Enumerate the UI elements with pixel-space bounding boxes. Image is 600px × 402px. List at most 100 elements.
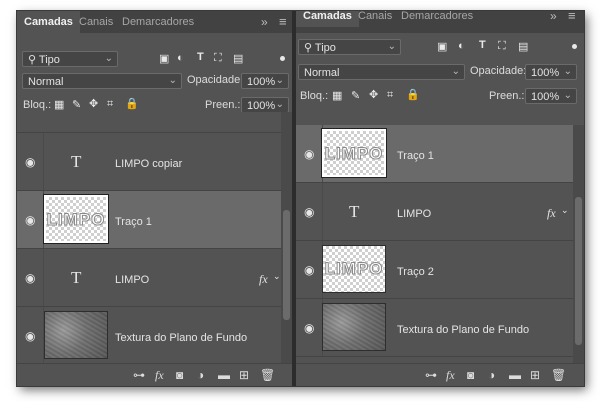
scrollbar[interactable]	[281, 112, 292, 364]
filter-pixel-icon[interactable]: ▣	[437, 40, 447, 53]
collapse-panel-icon[interactable]: »	[261, 15, 268, 29]
tab-paths[interactable]: Demarcadores	[401, 11, 473, 27]
text-layer-icon: T	[349, 202, 360, 221]
chevron-down-icon[interactable]: ⌄	[561, 205, 569, 216]
layer-row[interactable]: ◉ T LIMPO copiar	[17, 133, 281, 191]
scrollbar-thumb[interactable]	[575, 197, 582, 345]
tab-paths[interactable]: Demarcadores	[122, 11, 194, 33]
tab-channels[interactable]: Canais	[79, 11, 113, 33]
link-layers-icon[interactable]: ⊶	[425, 368, 437, 382]
filter-type-icon[interactable]: T	[197, 51, 204, 63]
scrollbar-thumb[interactable]	[283, 210, 290, 320]
visibility-eye-icon[interactable]: ◉	[25, 272, 39, 284]
layer-name[interactable]: LIMPO copiar	[115, 158, 182, 170]
visibility-eye-icon[interactable]: ◉	[25, 214, 39, 226]
filter-smartobject-icon[interactable]: ▤	[233, 52, 243, 65]
new-adjustment-icon[interactable]: ◑	[488, 368, 495, 382]
tab-layers[interactable]: Camadas	[296, 11, 359, 27]
chevron-down-icon: ⌄	[451, 66, 460, 77]
filter-adjustment-icon[interactable]: ◐	[458, 40, 465, 52]
add-style-icon[interactable]: fx	[446, 368, 455, 383]
opacity-field[interactable]: 100% ⌄	[525, 64, 577, 80]
filter-toggle-icon[interactable]	[280, 56, 285, 61]
panel-menu-icon[interactable]: ≡	[568, 11, 576, 23]
add-mask-icon[interactable]: ◙	[467, 368, 474, 382]
layer-name[interactable]: Textura do Plano de Fundo	[397, 324, 529, 336]
new-layer-icon[interactable]: ⊞	[530, 368, 540, 382]
text-layer-icon: T	[71, 268, 82, 287]
filter-toggle-icon[interactable]	[572, 44, 577, 49]
visibility-eye-icon[interactable]: ◉	[304, 148, 318, 160]
filter-shape-icon[interactable]: ⛶	[498, 40, 506, 53]
lock-paint-icon[interactable]: ✎	[72, 98, 81, 111]
layer-row-selected[interactable]: ◉ LIMPO Traço 1	[296, 125, 573, 183]
lock-transparent-icon[interactable]: ▦	[54, 98, 64, 111]
fill-value: 100%	[531, 91, 560, 103]
filter-type-icon[interactable]: T	[479, 39, 486, 51]
layers-list: ◉ LIMPO Traço 1 ◉ T LIMPO fx ⌄ ◉ LIMPO T…	[296, 125, 573, 364]
filter-shape-icon[interactable]: ⛶	[214, 52, 222, 65]
panel-footer: ⊶ fx ◙ ◑ ▬ ⊞ 🗑	[17, 363, 292, 386]
lock-all-icon[interactable]: 🔒	[125, 97, 139, 110]
filter-adjustment-icon[interactable]: ◐	[177, 52, 184, 64]
layer-row-partial[interactable]	[17, 112, 281, 133]
tab-channels[interactable]: Canais	[358, 11, 392, 27]
panel-footer: ⊶ fx ◙ ◑ ▬ ⊞ 🗑	[296, 363, 584, 386]
layer-row[interactable]: ◉ LIMPO Traço 2	[296, 241, 573, 299]
delete-layer-icon[interactable]: 🗑	[551, 368, 566, 382]
layer-name[interactable]: Traço 1	[115, 216, 152, 228]
layer-effects-icon[interactable]: fx	[547, 206, 556, 221]
collapse-panel-icon[interactable]: »	[550, 11, 557, 23]
fill-field[interactable]: 100% ⌄	[525, 88, 577, 104]
chevron-down-icon[interactable]: ⌄	[273, 271, 281, 282]
layer-name[interactable]: Traço 2	[397, 266, 434, 278]
new-adjustment-icon[interactable]: ◑	[197, 368, 204, 382]
opacity-field[interactable]: 100% ⌄	[241, 73, 289, 89]
new-group-icon[interactable]: ▬	[509, 368, 521, 382]
lock-all-icon[interactable]: 🔒	[406, 88, 420, 101]
layer-thumbnail: LIMPO	[322, 245, 386, 293]
layer-name[interactable]: Traço 1	[397, 150, 434, 162]
link-layers-icon[interactable]: ⊶	[133, 368, 145, 382]
new-group-icon[interactable]: ▬	[218, 368, 230, 382]
layer-effects-icon[interactable]: fx	[259, 272, 268, 287]
filter-pixel-icon[interactable]: ▣	[159, 52, 169, 65]
chevron-down-icon: ⌄	[387, 41, 396, 52]
opacity-value: 100%	[531, 67, 560, 79]
layer-name[interactable]: LIMPO	[397, 208, 431, 220]
lock-move-icon[interactable]: ✥	[89, 97, 98, 110]
blend-mode-dropdown[interactable]: Normal ⌄	[298, 64, 465, 80]
blend-mode-dropdown[interactable]: Normal ⌄	[22, 73, 182, 89]
lock-artboard-icon[interactable]: ⌗	[387, 89, 393, 102]
blend-mode-value: Normal	[304, 67, 340, 79]
filter-smartobject-icon[interactable]: ▤	[518, 40, 528, 53]
delete-layer-icon[interactable]: 🗑	[260, 368, 275, 382]
layer-row[interactable]: ◉ T LIMPO fx ⌄	[296, 183, 573, 241]
layer-row-selected[interactable]: ◉ LIMPO Traço 1	[17, 191, 281, 249]
layer-row[interactable]: ◉ Textura do Plano de Fundo	[296, 299, 573, 357]
new-layer-icon[interactable]: ⊞	[239, 368, 249, 382]
panel-menu-icon[interactable]: ≡	[279, 14, 287, 29]
visibility-eye-icon[interactable]: ◉	[304, 322, 318, 334]
scrollbar[interactable]	[573, 125, 584, 364]
lock-transparent-icon[interactable]: ▦	[332, 89, 342, 102]
fill-field[interactable]: 100% ⌄	[241, 97, 289, 113]
lock-artboard-icon[interactable]: ⌗	[107, 98, 113, 111]
layer-filter-dropdown[interactable]: ⚲ Tipo ⌄	[22, 51, 118, 67]
visibility-eye-icon[interactable]: ◉	[304, 264, 318, 276]
tab-layers[interactable]: Camadas	[17, 11, 80, 33]
layer-row[interactable]: ◉ T LIMPO fx ⌄	[17, 249, 281, 307]
layer-filter-dropdown[interactable]: ⚲ Tipo ⌄	[298, 39, 401, 55]
visibility-eye-icon[interactable]: ◉	[304, 206, 318, 218]
visibility-eye-icon[interactable]: ◉	[25, 330, 39, 342]
layer-name[interactable]: Textura do Plano de Fundo	[115, 332, 247, 344]
fill-label: Preen.:	[205, 99, 241, 111]
lock-move-icon[interactable]: ✥	[369, 88, 378, 101]
add-style-icon[interactable]: fx	[155, 368, 164, 383]
add-mask-icon[interactable]: ◙	[176, 368, 183, 382]
visibility-eye-icon[interactable]: ◉	[25, 156, 39, 168]
search-icon: ⚲	[304, 42, 313, 54]
lock-paint-icon[interactable]: ✎	[351, 89, 360, 102]
layer-name[interactable]: LIMPO	[115, 274, 149, 286]
layer-row[interactable]: ◉ Textura do Plano de Fundo	[17, 307, 281, 365]
